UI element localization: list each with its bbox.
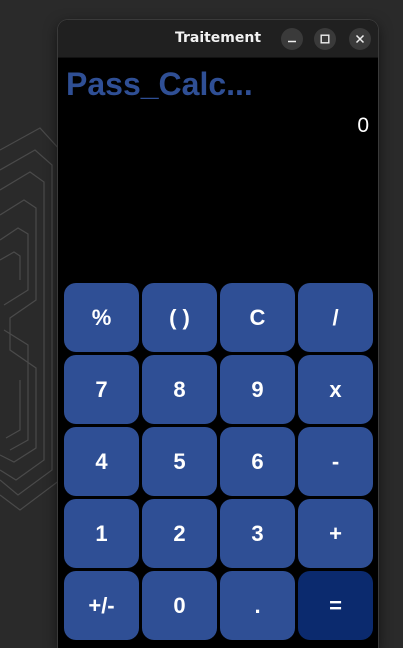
maximize-button[interactable]: [314, 28, 336, 50]
close-button[interactable]: [349, 28, 371, 50]
key-sign[interactable]: +/-: [64, 571, 139, 640]
key-5[interactable]: 5: [142, 427, 217, 496]
calculator-window: Traitement Pass_Calc... 0 % ( ) C / 7 8 …: [58, 20, 378, 648]
key-7[interactable]: 7: [64, 355, 139, 424]
keypad: % ( ) C / 7 8 9 x 4 5 6 - 1 2 3 + +/- 0 …: [64, 283, 373, 640]
key-clear[interactable]: C: [220, 283, 295, 352]
key-add[interactable]: +: [298, 499, 373, 568]
close-icon: [355, 34, 365, 44]
key-2[interactable]: 2: [142, 499, 217, 568]
app-title: Pass_Calc...: [66, 66, 253, 102]
key-8[interactable]: 8: [142, 355, 217, 424]
maximize-icon: [320, 34, 330, 44]
key-4[interactable]: 4: [64, 427, 139, 496]
key-subtract[interactable]: -: [298, 427, 373, 496]
key-9[interactable]: 9: [220, 355, 295, 424]
key-percent[interactable]: %: [64, 283, 139, 352]
key-parentheses[interactable]: ( ): [142, 283, 217, 352]
minimize-button[interactable]: [281, 28, 303, 50]
title-bar[interactable]: Traitement: [58, 20, 378, 58]
key-6[interactable]: 6: [220, 427, 295, 496]
key-multiply[interactable]: x: [298, 355, 373, 424]
key-1[interactable]: 1: [64, 499, 139, 568]
minimize-icon: [288, 40, 296, 43]
key-divide[interactable]: /: [298, 283, 373, 352]
key-3[interactable]: 3: [220, 499, 295, 568]
key-equals[interactable]: =: [298, 571, 373, 640]
key-0[interactable]: 0: [142, 571, 217, 640]
calculator-display: 0: [357, 114, 369, 137]
key-decimal[interactable]: .: [220, 571, 295, 640]
